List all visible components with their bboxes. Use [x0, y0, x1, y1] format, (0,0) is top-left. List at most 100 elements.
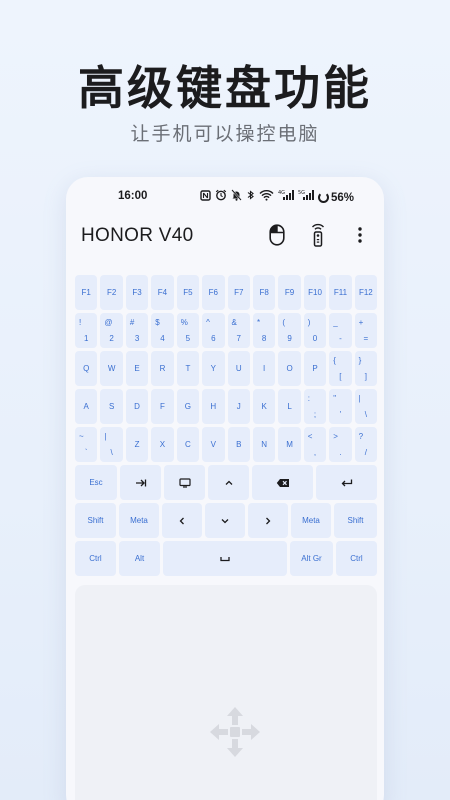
key-e[interactable]: E [125, 351, 149, 386]
key-;[interactable]: :; [303, 389, 327, 424]
key-h[interactable]: H [202, 389, 225, 424]
key-f[interactable]: F [151, 389, 174, 424]
key-`[interactable]: ~ ` [75, 427, 98, 462]
ctrl-left-key[interactable]: Ctrl [75, 541, 116, 576]
key-p[interactable]: P [303, 351, 327, 386]
key-o[interactable]: O [278, 351, 301, 386]
backspace-key[interactable] [252, 465, 313, 500]
key-x[interactable]: X [151, 427, 174, 462]
key-6[interactable]: ^ 6 [202, 313, 225, 348]
key-[[interactable]: {[ [329, 351, 352, 386]
shift-left-key[interactable]: Shift [75, 503, 116, 538]
key-'[interactable]: " ' [329, 389, 352, 424]
key-shift-label: ~ [79, 432, 84, 441]
key-j[interactable]: J [227, 389, 250, 424]
key-label: F7 [234, 288, 244, 297]
key-f4[interactable]: F4 [151, 275, 174, 310]
key-,[interactable]: <, [303, 427, 327, 462]
key-a[interactable]: A [75, 389, 98, 424]
mouse-mode-button[interactable] [265, 223, 289, 247]
arrow-left-key[interactable] [162, 503, 202, 538]
key-9[interactable]: (9 [278, 313, 301, 348]
key-f7[interactable]: F7 [227, 275, 250, 310]
key--[interactable]: _ - [329, 313, 352, 348]
key-d[interactable]: D [125, 389, 149, 424]
space-key[interactable] [163, 541, 287, 576]
key-f3[interactable]: F3 [125, 275, 149, 310]
key-label: 7 [236, 334, 241, 343]
remote-mode-button[interactable] [306, 223, 330, 247]
key-n[interactable]: N [252, 427, 276, 462]
key-f10[interactable]: F10 [303, 275, 327, 310]
key-f8[interactable]: F8 [252, 275, 276, 310]
key-f11[interactable]: F11 [329, 275, 352, 310]
meta-right-key[interactable]: Meta [291, 503, 331, 538]
key-1[interactable]: ! 1 [75, 313, 98, 348]
key-\[interactable]: | \ [100, 427, 123, 462]
tab-key[interactable] [120, 465, 161, 500]
key-c[interactable]: C [176, 427, 200, 462]
key-y[interactable]: Y [202, 351, 225, 386]
key-f5[interactable]: F5 [176, 275, 200, 310]
altgr-key[interactable]: Alt Gr [290, 541, 333, 576]
key-q[interactable]: Q [75, 351, 98, 386]
key-z[interactable]: Z [125, 427, 149, 462]
arrow-down-key[interactable] [205, 503, 245, 538]
mute-icon [231, 189, 242, 206]
key-label: - [339, 334, 342, 343]
key-u[interactable]: U [227, 351, 250, 386]
promo-title: 高级键盘功能 [78, 61, 372, 115]
key-m[interactable]: M [278, 427, 301, 462]
key-shift-label: > [333, 432, 338, 441]
key-f12[interactable]: F12 [354, 275, 378, 310]
key-=[interactable]: + = [354, 313, 378, 348]
key-label: V [210, 440, 216, 449]
control-key-row-3: Ctrl Alt Alt Gr Ctrl [75, 541, 377, 576]
key-.[interactable]: >. [329, 427, 352, 462]
key-i[interactable]: I [252, 351, 276, 386]
key-s[interactable]: S [100, 389, 123, 424]
key-3[interactable]: #3 [125, 313, 149, 348]
key-][interactable]: }] [354, 351, 378, 386]
esc-key[interactable]: Esc [75, 465, 117, 500]
key-v[interactable]: V [202, 427, 225, 462]
key-/[interactable]: ? / [354, 427, 378, 462]
more-options-button[interactable] [348, 223, 372, 247]
key-label: G [184, 402, 192, 411]
meta-left-key[interactable]: Meta [119, 503, 159, 538]
ctrl-right-key[interactable]: Ctrl [336, 541, 377, 576]
key-t[interactable]: T [176, 351, 200, 386]
key-7[interactable]: & 7 [227, 313, 250, 348]
key-0[interactable]: ) 0 [303, 313, 327, 348]
key-f1[interactable]: F1 [75, 275, 98, 310]
key-f9[interactable]: F9 [278, 275, 301, 310]
enter-key[interactable] [316, 465, 377, 500]
alt-left-key[interactable]: Alt [119, 541, 160, 576]
key-2[interactable]: @2 [100, 313, 123, 348]
key-r[interactable]: R [151, 351, 174, 386]
key-4[interactable]: $4 [151, 313, 174, 348]
control-key-row-2: Shift Meta Meta Shift [75, 503, 377, 538]
key-f6[interactable]: F6 [202, 275, 225, 310]
key-5[interactable]: % 5 [176, 313, 200, 348]
arrow-up-key[interactable] [208, 465, 249, 500]
key-shift-label: ? [358, 432, 364, 441]
key-f2[interactable]: F2 [100, 275, 123, 310]
switch-screen-key[interactable] [164, 465, 205, 500]
svg-text:4G: 4G [278, 190, 285, 196]
key-shift-label: { [333, 356, 336, 365]
key-k[interactable]: K [252, 389, 276, 424]
move-arrows-icon [210, 707, 260, 757]
key-b[interactable]: B [227, 427, 250, 462]
key-\[interactable]: | \ [354, 389, 378, 424]
key-shift-label: < [307, 432, 313, 441]
key-w[interactable]: W [100, 351, 123, 386]
key-label: X [159, 440, 166, 449]
key-g[interactable]: G [176, 389, 200, 424]
shift-right-key[interactable]: Shift [334, 503, 377, 538]
key-l[interactable]: L [278, 389, 301, 424]
touchpad[interactable] [75, 585, 377, 800]
key-8[interactable]: * 8 [252, 313, 276, 348]
key-shift-label: ) [307, 318, 311, 327]
arrow-right-key[interactable] [248, 503, 288, 538]
